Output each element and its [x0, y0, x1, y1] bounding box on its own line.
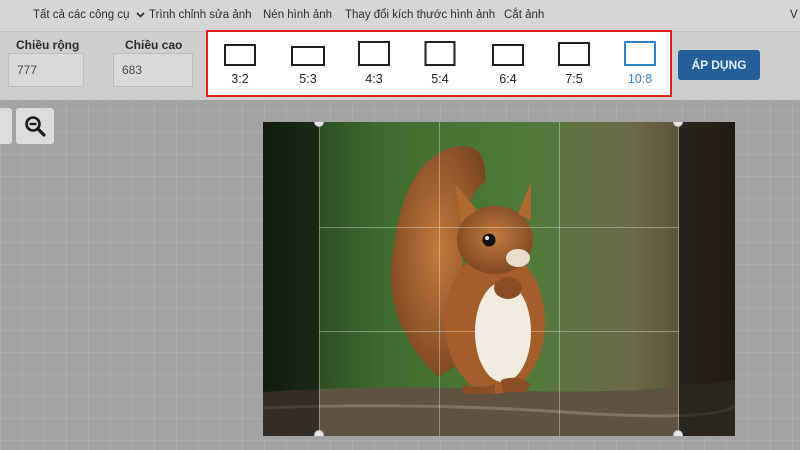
ratio-7-5-shape-icon — [558, 42, 590, 66]
nav-compress-image[interactable]: Nén hình ảnh — [263, 9, 332, 21]
width-input[interactable] — [8, 53, 84, 87]
image-canvas[interactable] — [263, 122, 735, 436]
ratio-5-4-shape-icon — [424, 41, 456, 66]
top-navigation: Tất cả các công cụ Trình chỉnh sửa ảnh N… — [0, 0, 800, 32]
ratio-label: 7:5 — [565, 72, 583, 86]
ratio-option-5-3[interactable]: 5:3 — [288, 40, 328, 88]
crop-grid-line — [319, 331, 679, 332]
ratio-option-6-4[interactable]: 6:4 — [488, 40, 528, 88]
crop-shade-right — [679, 122, 735, 436]
ratio-option-3-2[interactable]: 3:2 — [220, 40, 260, 88]
ratio-label: 10:8 — [627, 72, 653, 86]
ratio-option-5-4[interactable]: 5:4 — [420, 40, 460, 88]
ratio-label: 3:2 — [231, 72, 249, 86]
crop-handle-bottom-left[interactable] — [314, 430, 324, 436]
width-label: Chiều rộng — [16, 38, 80, 52]
ratio-10-8-shape-icon — [624, 41, 656, 66]
nav-resize-image[interactable]: Thay đổi kích thước hình ảnh — [345, 9, 495, 21]
ratio-label: 5:3 — [299, 72, 317, 86]
apply-button[interactable]: ÁP DỤNG — [678, 50, 760, 80]
crop-grid-line — [319, 227, 679, 228]
crop-grid-line — [439, 122, 440, 436]
zoom-in-button[interactable] — [0, 108, 12, 144]
aspect-ratio-selector: 3:2 5:3 4:3 5:4 6:4 7:5 10:8 — [206, 30, 672, 97]
ratio-label: 4:3 — [365, 72, 383, 86]
ratio-option-10-8[interactable]: 10:8 — [620, 40, 660, 88]
crop-grid-line — [559, 122, 560, 436]
ratio-label: 5:4 — [431, 72, 449, 86]
ratio-5-3-shape-icon — [291, 46, 325, 66]
crop-frame-right-edge[interactable] — [678, 122, 679, 436]
crop-frame-left-edge[interactable] — [319, 122, 320, 436]
height-input[interactable] — [113, 53, 193, 87]
ratio-option-7-5[interactable]: 7:5 — [554, 40, 594, 88]
ratio-option-4-3[interactable]: 4:3 — [354, 40, 394, 88]
ratio-6-4-shape-icon — [492, 44, 524, 66]
chevron-down-icon — [136, 12, 145, 18]
nav-truncated-item[interactable]: V — [790, 9, 798, 21]
nav-photo-editor[interactable]: Trình chỉnh sửa ảnh — [149, 9, 252, 21]
squirrel-photo — [263, 122, 735, 436]
ratio-4-3-shape-icon — [358, 41, 390, 66]
height-label: Chiều cao — [125, 38, 183, 52]
ratio-3-2-shape-icon — [224, 44, 256, 66]
zoom-out-icon — [25, 116, 46, 137]
crop-handle-bottom-right[interactable] — [673, 430, 683, 436]
crop-shade-left — [263, 122, 319, 436]
nav-crop-image[interactable]: Cắt ảnh — [504, 9, 544, 21]
ratio-label: 6:4 — [499, 72, 517, 86]
nav-all-tools[interactable]: Tất cả các công cụ — [33, 9, 145, 21]
nav-all-tools-label: Tất cả các công cụ — [33, 9, 130, 21]
zoom-out-button[interactable] — [16, 108, 54, 144]
